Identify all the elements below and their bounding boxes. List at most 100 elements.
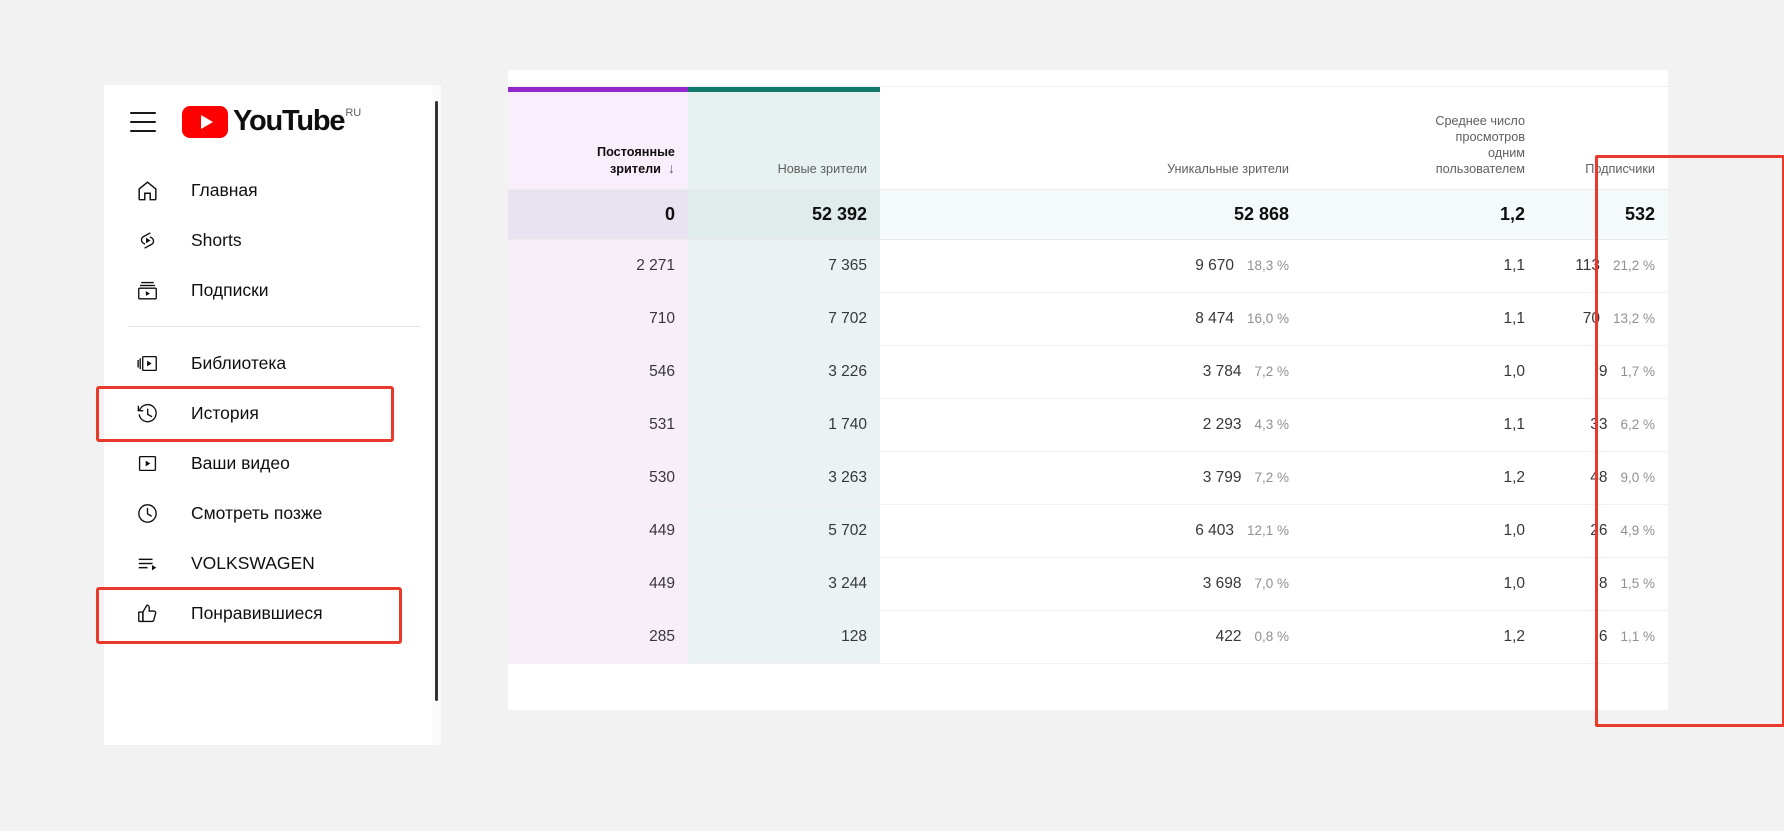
cell-new-viewers-value: 1 740 xyxy=(828,415,867,433)
cell-new-viewers: 5 702 xyxy=(688,504,880,558)
table-row[interactable]: 449 3 244 3 698 7,0 % 1,0 8 1,5 % xyxy=(508,557,1669,611)
sort-descending-icon[interactable]: ↓ xyxy=(668,160,675,176)
sidebar-item-label: Главная xyxy=(191,179,258,200)
summary-new-viewers: 52 392 xyxy=(688,189,880,240)
your-videos-icon xyxy=(134,450,161,477)
cell-subscribers: 113 21,2 % xyxy=(1538,239,1669,293)
home-icon xyxy=(134,177,161,204)
cell-unique-viewers: 3 784 7,2 % xyxy=(880,345,1303,399)
hamburger-menu-icon[interactable] xyxy=(130,112,156,132)
summary-subscribers: 532 xyxy=(1538,189,1669,240)
youtube-wordmark: YouTube xyxy=(233,105,346,137)
cell-unique-viewers-percent: 18,3 % xyxy=(1246,257,1290,273)
cell-avg-views-per-user-value: 1,1 xyxy=(1503,415,1526,433)
viewers-analytics-table: Постоянные зрители ↓ Новые зрители Уникал… xyxy=(508,87,1669,664)
table-row[interactable]: 531 1 740 2 293 4,3 % 1,1 33 6,2 % xyxy=(508,398,1669,452)
cell-returning-viewers: 530 xyxy=(508,451,688,505)
cell-avg-views-per-user-value: 1,1 xyxy=(1503,256,1526,274)
sidebar-divider xyxy=(128,326,421,327)
table-row[interactable]: 710 7 702 8 474 16,0 % 1,1 70 13,2 % xyxy=(508,292,1669,346)
sidebar-item-label: Библиотека xyxy=(191,352,287,373)
sidebar-item-your-videos[interactable]: Ваши видео xyxy=(104,438,441,488)
column-header-avg-views-per-user[interactable]: Среднее число просмотров одним пользоват… xyxy=(1302,87,1539,190)
cell-unique-viewers-percent: 12,1 % xyxy=(1246,522,1290,538)
table-row[interactable]: 449 5 702 6 403 12,1 % 1,0 26 4,9 % xyxy=(508,504,1669,558)
cell-subscribers-percent: 21,2 % xyxy=(1612,257,1656,273)
cell-unique-viewers-percent: 16,0 % xyxy=(1246,310,1290,326)
library-icon xyxy=(134,350,161,377)
analytics-table-panel: Постоянные зрители ↓ Новые зрители Уникал… xyxy=(508,70,1784,727)
column-header-label: Новые зрители xyxy=(777,161,867,176)
cell-new-viewers: 128 xyxy=(688,610,880,664)
youtube-play-icon xyxy=(182,106,228,138)
cell-unique-viewers-percent: 4,3 % xyxy=(1254,416,1290,432)
cell-new-viewers-value: 7 702 xyxy=(828,309,867,327)
sidebar-item-volkswagen[interactable]: VOLKSWAGEN xyxy=(104,538,441,588)
column-header-label: Уникальные зрители xyxy=(1167,161,1290,176)
cell-new-viewers: 1 740 xyxy=(688,398,880,452)
cell-subscribers: 9 1,7 % xyxy=(1538,345,1669,399)
cell-returning-viewers-value: 531 xyxy=(649,415,675,433)
cell-new-viewers-value: 3 244 xyxy=(828,574,867,592)
sidebar-item-liked-videos[interactable]: Понравившиеся xyxy=(104,588,441,638)
sidebar-item-home[interactable]: Главная xyxy=(104,165,441,215)
cell-unique-viewers: 9 670 18,3 % xyxy=(880,239,1303,293)
subscriptions-icon xyxy=(134,277,161,304)
cell-returning-viewers-value: 2 271 xyxy=(636,256,675,274)
cell-avg-views-per-user: 1,2 xyxy=(1302,451,1539,505)
sidebar-item-subscriptions[interactable]: Подписки xyxy=(104,265,441,315)
cell-unique-viewers: 2 293 4,3 % xyxy=(880,398,1303,452)
column-header-subscribers[interactable]: Подписчики xyxy=(1538,87,1669,190)
table-body: 2 271 7 365 9 670 18,3 % 1,1 113 21,2 % 710 7 70… xyxy=(508,239,1669,664)
cell-unique-viewers-value: 422 xyxy=(1215,627,1242,645)
sidebar-item-watch-later[interactable]: Смотреть позже xyxy=(104,488,441,538)
cell-avg-views-per-user-value: 1,0 xyxy=(1503,574,1526,592)
cell-unique-viewers-percent: 7,2 % xyxy=(1254,363,1290,379)
column-header-line3: одним xyxy=(1488,145,1526,160)
cell-subscribers-value: 8 xyxy=(1598,574,1608,592)
cell-subscribers: 6 1,1 % xyxy=(1538,610,1669,664)
cell-new-viewers: 7 702 xyxy=(688,292,880,346)
youtube-logo[interactable]: YouTube RU xyxy=(182,106,361,138)
summary-avg-views-per-user: 1,2 xyxy=(1302,189,1539,240)
scrollbar-thumb[interactable] xyxy=(435,101,438,701)
column-header-unique-viewers[interactable]: Уникальные зрители xyxy=(880,87,1303,190)
cell-returning-viewers-value: 530 xyxy=(649,468,675,486)
cell-subscribers-value: 9 xyxy=(1598,362,1608,380)
sidebar-item-label: Ваши видео xyxy=(191,452,290,473)
column-header-new-viewers[interactable]: Новые зрители xyxy=(688,87,880,190)
cell-subscribers-percent: 9,0 % xyxy=(1620,469,1656,485)
table-row[interactable]: 546 3 226 3 784 7,2 % 1,0 9 1,7 % xyxy=(508,345,1669,399)
cell-subscribers-value: 113 xyxy=(1575,256,1600,274)
cell-subscribers: 33 6,2 % xyxy=(1538,398,1669,452)
cell-subscribers-percent: 4,9 % xyxy=(1620,522,1656,538)
cell-subscribers-percent: 1,1 % xyxy=(1620,628,1656,644)
column-header-returning-viewers[interactable]: Постоянные зрители ↓ xyxy=(508,87,688,190)
table-row[interactable]: 2 271 7 365 9 670 18,3 % 1,1 113 21,2 % xyxy=(508,239,1669,293)
sidebar-item-library[interactable]: Библиотека xyxy=(104,338,441,388)
column-header-label: Подписчики xyxy=(1585,161,1656,176)
cell-subscribers: 8 1,5 % xyxy=(1538,557,1669,611)
cell-new-viewers-value: 3 263 xyxy=(828,468,867,486)
cell-subscribers-value: 33 xyxy=(1590,415,1608,433)
cell-unique-viewers: 8 474 16,0 % xyxy=(880,292,1303,346)
sidebar-item-label: Понравившиеся xyxy=(191,602,323,623)
cell-unique-viewers-value: 6 403 xyxy=(1195,521,1234,539)
cell-subscribers: 70 13,2 % xyxy=(1538,292,1669,346)
history-icon xyxy=(134,400,161,427)
sidebar-scrollbar[interactable] xyxy=(432,85,441,745)
cell-unique-viewers-percent: 7,2 % xyxy=(1254,469,1290,485)
table-summary-row: 0 52 392 52 868 1,2 532 xyxy=(508,189,1669,240)
table-row[interactable]: 530 3 263 3 799 7,2 % 1,2 48 9,0 % xyxy=(508,451,1669,505)
shorts-icon xyxy=(134,227,161,254)
cell-returning-viewers-value: 449 xyxy=(649,521,675,539)
sidebar-item-history[interactable]: История xyxy=(104,388,441,438)
cell-unique-viewers-value: 3 698 xyxy=(1202,574,1242,592)
cell-returning-viewers-value: 710 xyxy=(649,309,675,327)
sidebar-item-shorts[interactable]: Shorts xyxy=(104,215,441,265)
cell-subscribers-value: 6 xyxy=(1598,627,1608,645)
sidebar-item-label: Смотреть позже xyxy=(191,502,323,523)
cell-unique-viewers-value: 3 799 xyxy=(1202,468,1242,486)
table-row[interactable]: 285 128 422 0,8 % 1,2 6 1,1 % xyxy=(508,610,1669,664)
sidebar-item-label: Подписки xyxy=(191,279,269,300)
